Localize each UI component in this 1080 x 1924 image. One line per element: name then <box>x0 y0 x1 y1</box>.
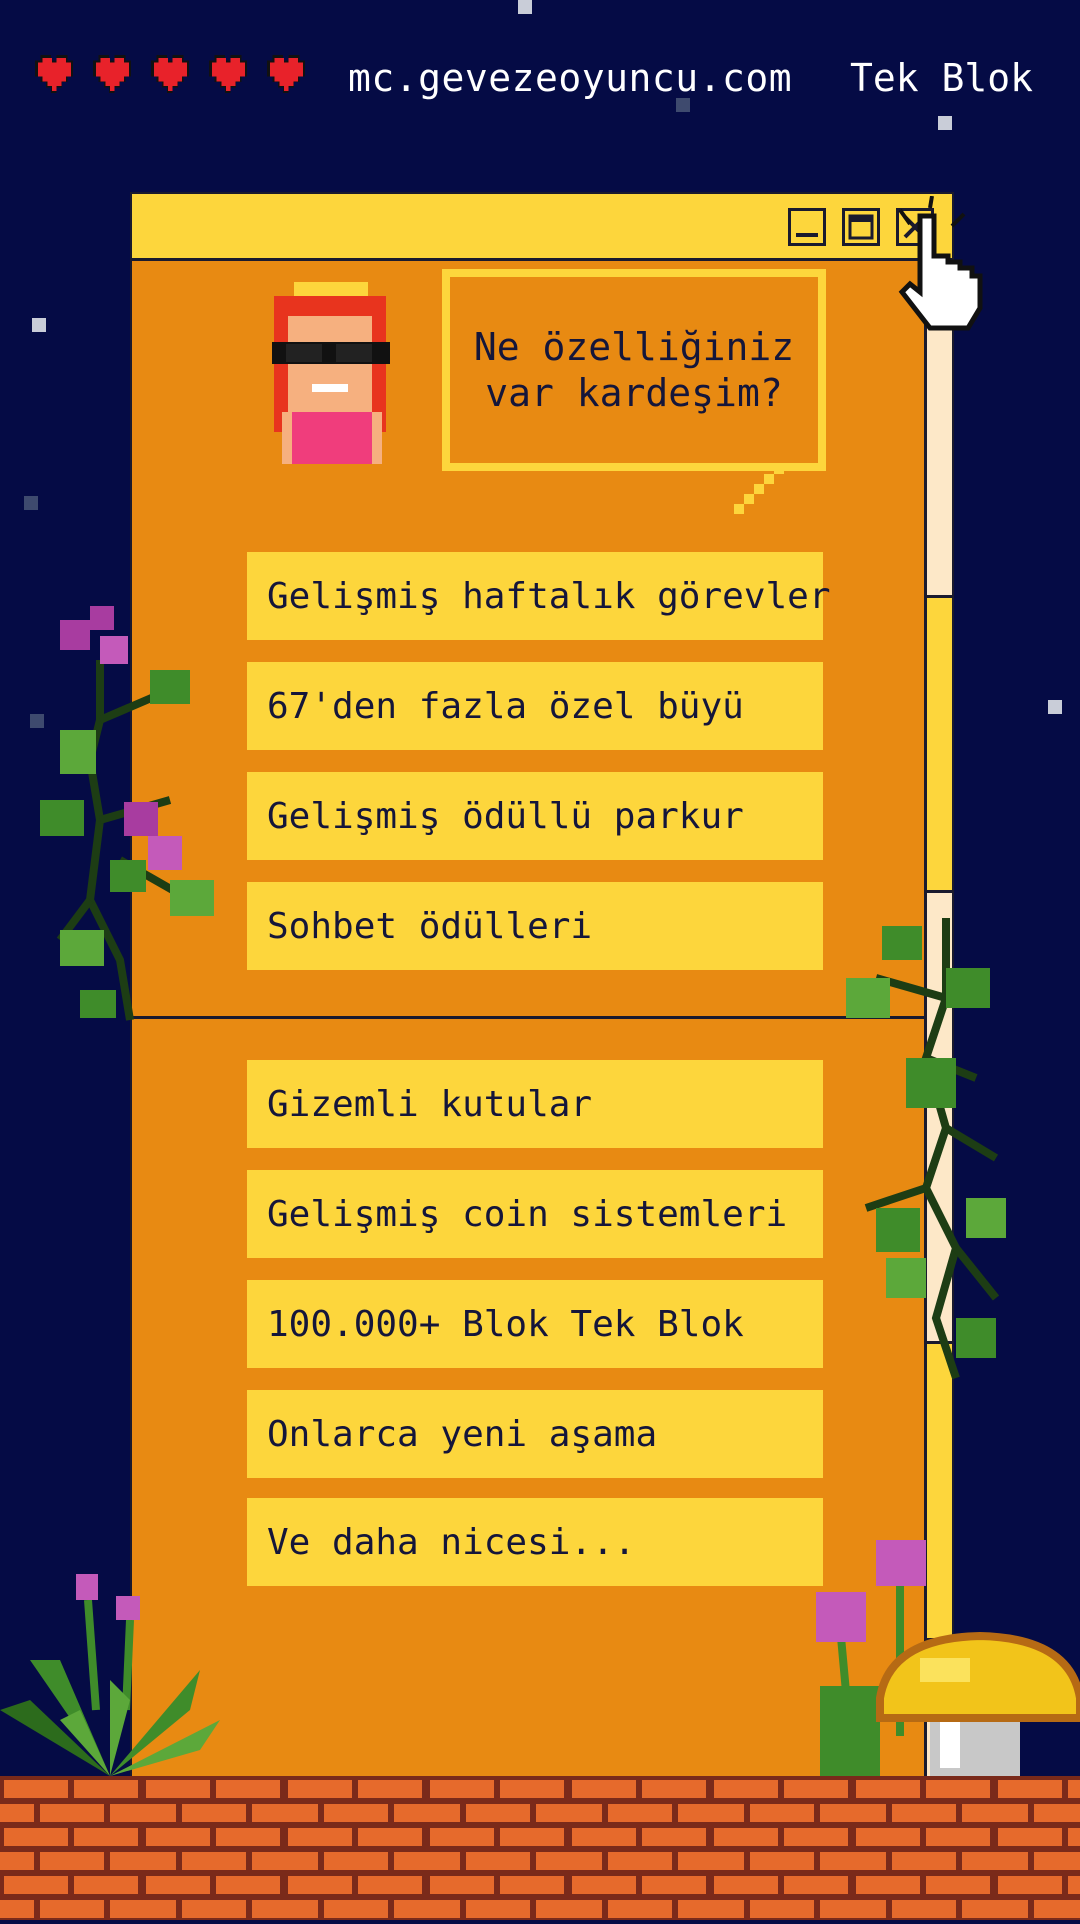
feature-item[interactable]: Ve daha nicesi... <box>247 1498 823 1586</box>
heart-icon <box>267 55 305 93</box>
feature-item[interactable]: 67'den fazla özel büyü <box>247 662 823 750</box>
heart-icon <box>35 55 73 93</box>
speech-bubble-text: Ne özelliğiniz var kardeşim? <box>473 325 795 415</box>
hand-cursor-icon <box>898 196 983 331</box>
minimize-icon <box>796 233 818 237</box>
heart-icon <box>151 55 189 93</box>
character-avatar <box>272 282 390 464</box>
maximize-button[interactable] <box>842 208 880 246</box>
heart-icon <box>93 55 131 93</box>
lives-hearts <box>32 52 318 100</box>
feature-item[interactable]: Gelişmiş ödüllü parkur <box>247 772 823 860</box>
site-url: mc.gevezeoyuncu.com <box>348 56 793 100</box>
feature-item[interactable]: Gizemli kutular <box>247 1060 823 1148</box>
feature-item[interactable]: Gelişmiş haftalık görevler <box>247 552 831 640</box>
feature-item[interactable]: 100.000+ Blok Tek Blok <box>247 1280 823 1368</box>
brick-ground <box>0 1776 1080 1920</box>
feature-item[interactable]: Gelişmiş coin sistemleri <box>247 1170 823 1258</box>
scrollbar-thumb[interactable] <box>927 595 952 893</box>
brand-name: Tek Blok <box>850 56 1034 100</box>
speech-bubble: Ne özelliğiniz var kardeşim? <box>442 269 826 471</box>
plant-decoration <box>0 1574 220 1776</box>
speech-bubble-tail <box>734 464 784 514</box>
star <box>1048 700 1062 714</box>
right-vine-decoration <box>846 918 1006 1380</box>
star <box>938 116 952 130</box>
star <box>32 318 46 332</box>
heart-icon <box>209 55 247 93</box>
star <box>518 0 532 14</box>
star <box>24 496 38 510</box>
window-titlebar[interactable] <box>132 194 952 261</box>
minimize-button[interactable] <box>788 208 826 246</box>
left-vine-decoration <box>40 606 214 1021</box>
maximize-icon <box>848 214 874 240</box>
feature-item[interactable]: Onlarca yeni aşama <box>247 1390 823 1478</box>
feature-item[interactable]: Sohbet ödülleri <box>247 882 823 970</box>
mushroom-decoration <box>876 1631 1080 1778</box>
section-divider <box>132 1016 924 1019</box>
